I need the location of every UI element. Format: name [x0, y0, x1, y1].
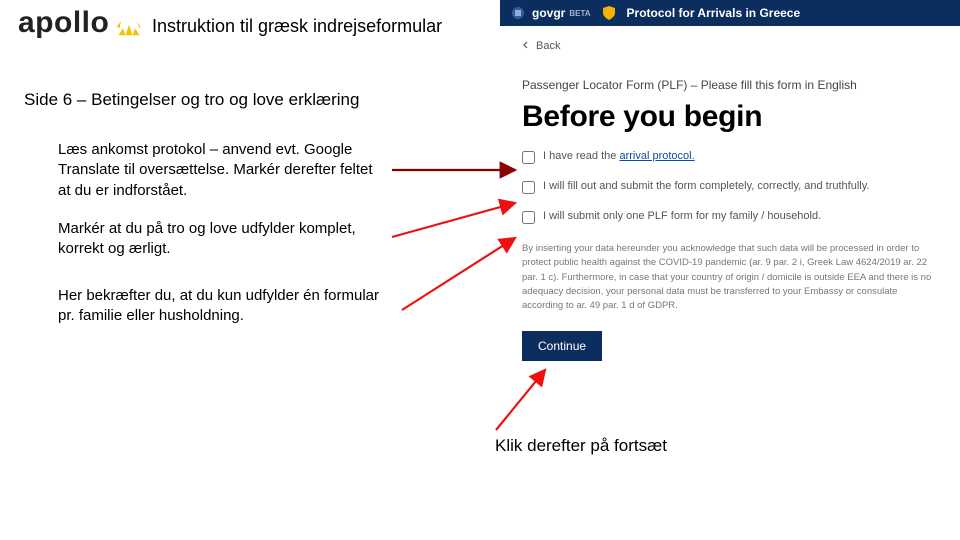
- arrival-protocol-link[interactable]: arrival protocol.: [619, 150, 694, 162]
- instruction-page: apollo Instruktion til græsk indrejsefor…: [0, 0, 960, 540]
- checkbox-arrival-protocol[interactable]: [522, 151, 535, 164]
- gov-emblem-icon: [510, 5, 526, 21]
- instruction-continue-note: Klik derefter på fortsæt: [495, 436, 667, 456]
- govgr-label: govgr: [532, 6, 565, 20]
- govgr-brand: govgr BETA: [510, 5, 591, 21]
- checkbox-row-arrival-protocol[interactable]: I have read the arrival protocol.: [522, 150, 938, 164]
- gov-page-body: Passenger Locator Form (PLF) – Please fi…: [500, 54, 960, 361]
- instruction-paragraph-1: Læs ankomst protokol – anvend evt. Googl…: [58, 140, 388, 201]
- instruction-paragraph-2: Markér at du på tro og love udfylder kom…: [58, 219, 388, 260]
- checkbox-truthful[interactable]: [522, 181, 535, 194]
- apollo-logo-text: apollo: [18, 6, 109, 40]
- back-link[interactable]: Back: [522, 40, 560, 52]
- continue-button[interactable]: Continue: [522, 331, 602, 361]
- checkbox-label-1: I have read the arrival protocol.: [543, 150, 695, 162]
- back-label: Back: [536, 40, 560, 52]
- checkbox-label-2: I will fill out and submit the form comp…: [543, 180, 869, 192]
- gov-header: govgr BETA Protocol for Arrivals in Gree…: [500, 0, 960, 26]
- before-you-begin-heading: Before you begin: [522, 100, 938, 134]
- page-title: Instruktion til græsk indrejseformular: [152, 16, 442, 37]
- arrow-4: [496, 370, 545, 430]
- protocol-title: Protocol for Arrivals in Greece: [627, 6, 801, 20]
- shield-icon: [601, 5, 617, 21]
- apollo-logo: apollo: [18, 6, 143, 40]
- instruction-paragraph-3: Her bekræfter du, at du kun udfylder én …: [58, 286, 398, 327]
- legal-disclaimer: By inserting your data hereunder you ack…: [522, 242, 938, 313]
- arrow-3: [402, 238, 515, 310]
- sun-icon: [115, 9, 143, 37]
- page-subtitle: Side 6 – Betingelser og tro og love erkl…: [24, 90, 359, 110]
- plf-form-title: Passenger Locator Form (PLF) – Please fi…: [522, 78, 938, 92]
- checkbox-one-plf[interactable]: [522, 211, 535, 224]
- caret-left-icon: [522, 40, 530, 52]
- gov-page-embed: govgr BETA Protocol for Arrivals in Gree…: [500, 0, 960, 361]
- checkbox-label-1-prefix: I have read the: [543, 150, 619, 162]
- arrow-2: [392, 203, 515, 237]
- checkbox-row-one-plf[interactable]: I will submit only one PLF form for my f…: [522, 210, 938, 224]
- checkbox-row-truthful[interactable]: I will fill out and submit the form comp…: [522, 180, 938, 194]
- checkbox-label-3: I will submit only one PLF form for my f…: [543, 210, 821, 222]
- govgr-beta: BETA: [569, 9, 590, 18]
